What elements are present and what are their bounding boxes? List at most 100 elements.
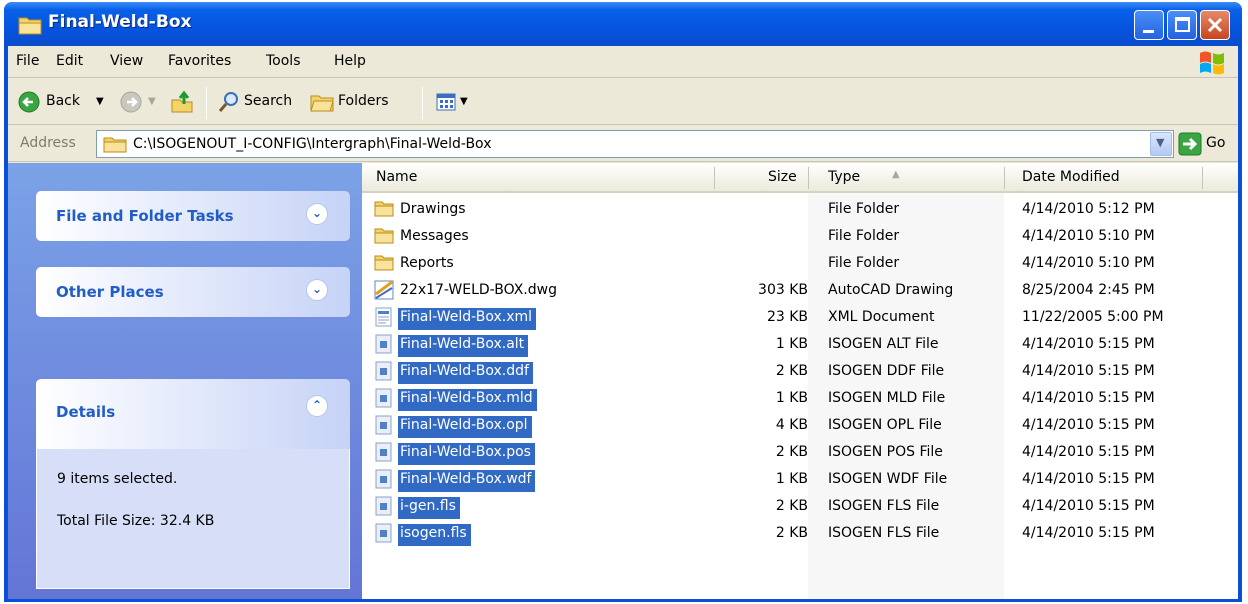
folders-button[interactable]: Folders — [338, 93, 389, 109]
views-dropdown-icon[interactable]: ▼ — [460, 96, 468, 107]
file-row[interactable]: Final-Weld-Box.xml 23 KB XML Document 11/22… — [362, 305, 1238, 331]
file-row[interactable]: Reports File Folder 4/14/2010 5:10 PM — [362, 251, 1238, 277]
file-name[interactable]: Drawings — [398, 200, 470, 222]
file-row[interactable]: Final-Weld-Box.alt 1 KB ISOGEN ALT File 4/1… — [362, 332, 1238, 358]
back-arrow-icon[interactable] — [18, 91, 40, 113]
column-header: Name Size Type ▲ Date Modified — [362, 163, 1238, 193]
file-name[interactable]: Final-Weld-Box.xml — [398, 308, 537, 330]
up-folder-icon[interactable] — [170, 90, 194, 114]
file-row[interactable]: Final-Weld-Box.pos 2 KB ISOGEN POS File 4/1… — [362, 440, 1238, 466]
close-icon — [1207, 17, 1223, 33]
file-date-modified: 4/14/2010 5:15 PM — [1022, 471, 1155, 487]
forward-arrow-icon[interactable] — [120, 91, 142, 113]
file-name[interactable]: Reports — [398, 254, 458, 276]
file-row[interactable]: Final-Weld-Box.opl 4 KB ISOGEN OPL File 4/1… — [362, 413, 1238, 439]
address-label: Address — [20, 135, 76, 151]
search-button[interactable]: Search — [244, 93, 292, 109]
file-size: 2 KB — [775, 444, 808, 460]
maximize-icon — [1175, 17, 1190, 32]
column-type[interactable]: Type — [828, 169, 860, 185]
file-name[interactable]: Final-Weld-Box.wdf — [398, 470, 536, 492]
file-type: ISOGEN FLS File — [828, 498, 940, 514]
file-date-modified: 8/25/2004 2:45 PM — [1022, 282, 1155, 298]
file-type: File Folder — [828, 255, 900, 271]
file-name[interactable]: isogen.fls — [398, 524, 471, 546]
file-size: 2 KB — [775, 525, 808, 541]
menu-help[interactable]: Help — [334, 53, 366, 69]
other-places-panel[interactable]: Other Places ⌄ — [36, 267, 350, 317]
other-places-title[interactable]: Other Places — [56, 283, 164, 301]
file-row[interactable]: Final-Weld-Box.mld 1 KB ISOGEN MLD File 4/1… — [362, 386, 1238, 412]
title-bar[interactable]: Final-Weld-Box — [4, 2, 1242, 46]
file-name[interactable]: Final-Weld-Box.opl — [398, 416, 532, 438]
file-type: ISOGEN FLS File — [828, 525, 940, 541]
window-client: File Edit View Favorites Tools Help Back… — [8, 46, 1238, 599]
file-row[interactable]: isogen.fls 2 KB ISOGEN FLS File 4/14/2010 5… — [362, 521, 1238, 547]
file-row[interactable]: Messages File Folder 4/14/2010 5:10 PM — [362, 224, 1238, 250]
back-button[interactable]: Back — [46, 93, 80, 109]
file-date-modified: 4/14/2010 5:10 PM — [1022, 255, 1155, 271]
folder-icon — [18, 17, 42, 35]
file-row[interactable]: Drawings File Folder 4/14/2010 5:12 PM — [362, 197, 1238, 223]
file-date-modified: 11/22/2005 5:00 PM — [1022, 309, 1164, 325]
file-size: 4 KB — [775, 417, 808, 433]
file-name[interactable]: 22x17-WELD-BOX.dwg — [398, 281, 561, 303]
dwg-file-icon — [374, 280, 394, 300]
file-size: 23 KB — [766, 309, 808, 325]
file-row[interactable]: i-gen.fls 2 KB ISOGEN FLS File 4/14/2010 5:… — [362, 494, 1238, 520]
file-icon — [374, 442, 394, 462]
file-size: 1 KB — [775, 390, 808, 406]
maximize-button[interactable] — [1167, 10, 1197, 40]
chevron-down-icon[interactable]: ⌄ — [306, 279, 328, 301]
folder-icon — [374, 226, 394, 246]
file-list[interactable]: Name Size Type ▲ Date Modified Drawings F… — [362, 163, 1238, 599]
file-row[interactable]: Final-Weld-Box.wdf 1 KB ISOGEN WDF File 4/1… — [362, 467, 1238, 493]
column-divider[interactable] — [1004, 167, 1005, 189]
column-name[interactable]: Name — [376, 169, 417, 185]
views-icon[interactable] — [436, 92, 458, 112]
address-field[interactable]: C:\ISOGENOUT_I-CONFIG\Intergraph\Final-W… — [96, 130, 1174, 158]
details-panel-body: 9 items selected. Total File Size: 32.4 … — [36, 449, 350, 589]
chevron-up-icon[interactable]: ⌃ — [306, 395, 328, 417]
menu-favorites[interactable]: Favorites — [168, 53, 231, 69]
address-bar: Address C:\ISOGENOUT_I-CONFIG\Intergraph… — [8, 126, 1238, 162]
file-size: 1 KB — [775, 471, 808, 487]
menu-tools[interactable]: Tools — [266, 53, 301, 69]
menu-edit[interactable]: Edit — [56, 53, 83, 69]
close-button[interactable] — [1200, 10, 1230, 40]
column-divider[interactable] — [1202, 167, 1203, 189]
details-panel-header[interactable]: Details ⌃ — [36, 379, 350, 449]
menu-view[interactable]: View — [110, 53, 143, 69]
windows-logo-icon — [1200, 51, 1224, 75]
file-name[interactable]: Final-Weld-Box.pos — [398, 443, 535, 465]
forward-dropdown-icon[interactable]: ▼ — [148, 96, 156, 107]
file-row[interactable]: Final-Weld-Box.ddf 2 KB ISOGEN DDF File 4/1… — [362, 359, 1238, 385]
column-divider[interactable] — [714, 167, 715, 189]
address-dropdown-button[interactable]: ▼ — [1150, 132, 1172, 156]
column-size[interactable]: Size — [768, 169, 797, 185]
file-name[interactable]: Final-Weld-Box.ddf — [398, 362, 533, 384]
folders-icon[interactable] — [310, 92, 334, 112]
file-name[interactable]: Final-Weld-Box.mld — [398, 389, 537, 411]
column-divider[interactable] — [808, 167, 809, 189]
go-button[interactable]: Go — [1206, 135, 1225, 151]
file-type: XML Document — [828, 309, 935, 325]
file-folder-tasks-title[interactable]: File and Folder Tasks — [56, 207, 234, 225]
menu-file[interactable]: File — [16, 53, 39, 69]
file-name[interactable]: Messages — [398, 227, 473, 249]
file-row[interactable]: 22x17-WELD-BOX.dwg 303 KB AutoCAD Drawing 8… — [362, 278, 1238, 304]
details-title[interactable]: Details — [56, 403, 115, 421]
file-folder-tasks-panel[interactable]: File and Folder Tasks ⌄ — [36, 191, 350, 241]
file-date-modified: 4/14/2010 5:15 PM — [1022, 336, 1155, 352]
file-name[interactable]: i-gen.fls — [398, 497, 460, 519]
minimize-button[interactable] — [1134, 10, 1164, 40]
chevron-down-icon[interactable]: ⌄ — [306, 203, 328, 225]
column-date-modified[interactable]: Date Modified — [1022, 169, 1120, 185]
search-icon[interactable] — [218, 91, 240, 113]
file-date-modified: 4/14/2010 5:15 PM — [1022, 417, 1155, 433]
back-dropdown-icon[interactable]: ▼ — [96, 96, 104, 107]
go-arrow-icon[interactable] — [1178, 132, 1202, 156]
address-path[interactable]: C:\ISOGENOUT_I-CONFIG\Intergraph\Final-W… — [133, 136, 491, 152]
file-name[interactable]: Final-Weld-Box.alt — [398, 335, 529, 357]
file-size: 1 KB — [775, 336, 808, 352]
